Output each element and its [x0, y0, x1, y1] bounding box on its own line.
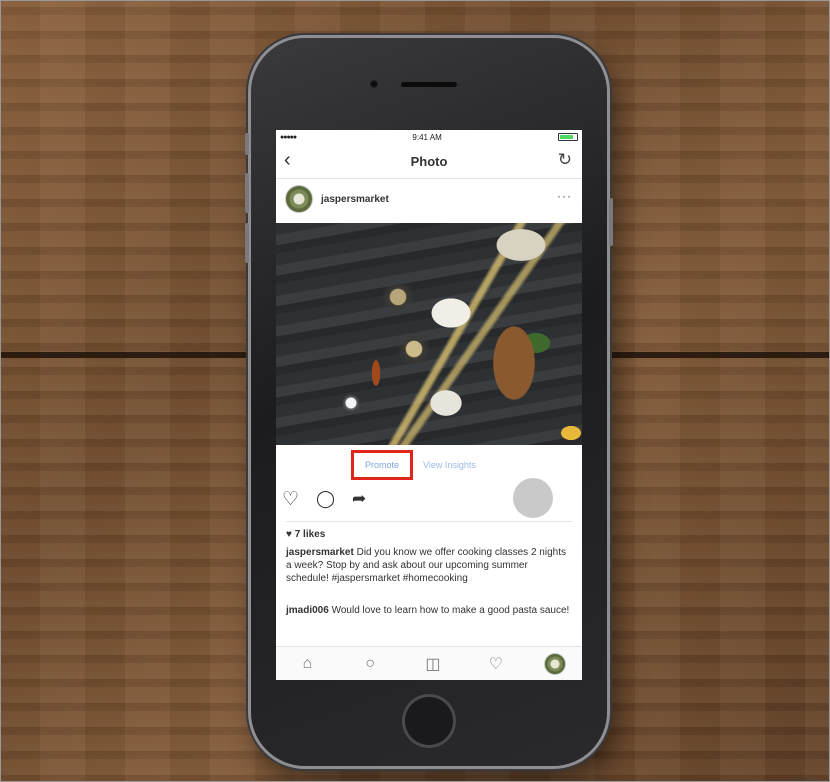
nav-bar: ‹ Photo ↻ — [276, 144, 582, 179]
action-bar: ♡ ◯ ➦ — [276, 478, 582, 518]
home-icon[interactable]: ⌂ — [292, 655, 322, 673]
volume-button — [245, 173, 249, 213]
camera-icon[interactable]: ◫ — [418, 654, 448, 674]
share-icon[interactable]: ➦ — [352, 489, 366, 509]
comment: jmadi006 Would love to learn how to make… — [286, 604, 572, 617]
view-insights-link[interactable]: View Insights — [423, 460, 476, 470]
search-icon[interactable]: ○ — [355, 655, 385, 673]
comment-text: Would love to learn how to make a good p… — [328, 605, 570, 616]
activity-icon[interactable]: ♡ — [481, 654, 511, 674]
likes-count[interactable]: ♥ 7 likes — [286, 529, 325, 540]
power-button — [609, 198, 613, 246]
battery-icon — [558, 133, 578, 141]
more-options-icon[interactable]: ··· — [557, 189, 572, 203]
refresh-icon[interactable]: ↻ — [558, 150, 572, 170]
home-button[interactable] — [402, 694, 456, 748]
post-header: jaspersmarket ··· — [276, 179, 582, 219]
touch-indicator — [513, 478, 553, 518]
app-screen: ●●●●● 9:41 AM ‹ Photo ↻ jaspersmarket ··… — [276, 130, 582, 680]
promote-button[interactable]: Promote — [351, 450, 413, 480]
promote-label: Promote — [364, 460, 399, 470]
divider — [286, 521, 572, 522]
avatar[interactable] — [285, 185, 313, 213]
promote-row: Promote View Insights — [276, 448, 582, 480]
caption-username[interactable]: jaspersmarket — [286, 547, 354, 558]
comment-icon[interactable]: ◯ — [316, 489, 335, 509]
post-photo[interactable] — [276, 223, 582, 445]
post-username[interactable]: jaspersmarket — [321, 194, 389, 205]
signal-icon: ●●●●● — [280, 133, 297, 141]
comment-username[interactable]: jmadi006 — [286, 605, 329, 616]
page-title: Photo — [410, 153, 448, 169]
post-caption: jaspersmarket Did you know we offer cook… — [286, 546, 572, 585]
like-icon[interactable]: ♡ — [282, 488, 299, 511]
tab-bar: ⌂ ○ ◫ ♡ — [276, 646, 582, 680]
volume-button — [245, 223, 249, 263]
status-time: 9:41 AM — [412, 132, 442, 142]
earpiece-speaker — [401, 82, 457, 87]
status-bar: ●●●●● 9:41 AM — [276, 130, 582, 144]
front-camera — [370, 80, 378, 88]
volume-button — [245, 133, 249, 155]
back-icon[interactable]: ‹ — [284, 149, 291, 172]
iphone-device: ●●●●● 9:41 AM ‹ Photo ↻ jaspersmarket ··… — [245, 38, 613, 766]
profile-tab-avatar[interactable] — [543, 653, 566, 675]
